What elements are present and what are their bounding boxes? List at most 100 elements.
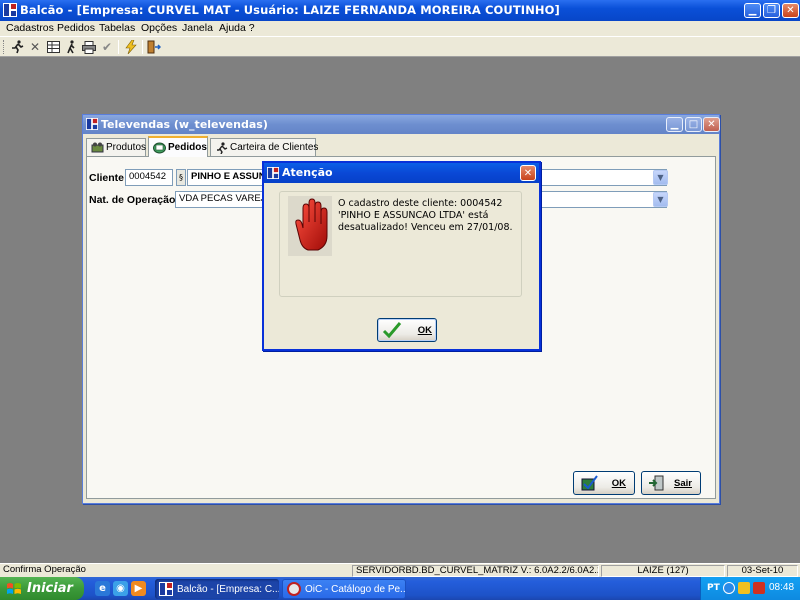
lightning-icon[interactable] [123, 39, 139, 55]
tab-pedidos-label: Pedidos [168, 142, 207, 153]
exit-door-icon[interactable] [146, 39, 162, 55]
lookup-icon: § [179, 173, 183, 182]
main-window-title: Balcão - [Empresa: CURVEL MAT - Usuário:… [20, 3, 560, 17]
taskbar-item-balcao[interactable]: Balcão - [Empresa: C... [155, 579, 279, 599]
taskbar-item-oic-label: OiC - Catálogo de Pe... [305, 583, 406, 595]
status-server: SERVIDORBD.BD_CURVEL_MATRIZ V.: 6.0A2.2/… [352, 565, 599, 577]
menu-tabelas[interactable]: Tabelas [99, 22, 135, 34]
main-title-bar[interactable]: Balcão - [Empresa: CURVEL MAT - Usuário:… [0, 0, 800, 21]
tab-pedidos[interactable]: Pedidos [148, 136, 208, 157]
ok-button-label: OK [611, 477, 626, 489]
tray-help-icon[interactable] [723, 582, 735, 594]
browser-icon[interactable]: ◉ [113, 581, 128, 596]
app-window-icon [3, 3, 17, 17]
close-x-icon[interactable]: ✕ [27, 39, 43, 55]
tab-produtos-label: Produtos [106, 142, 147, 153]
taskbar-clock[interactable]: 08:48 [769, 582, 794, 593]
close-button[interactable]: ✕ [782, 3, 799, 18]
sair-button-label: Sair [674, 477, 692, 489]
toolbar: ✕ ✔ [0, 37, 800, 57]
dialog-close-button[interactable]: ✕ [520, 165, 536, 181]
tab-produtos[interactable]: Produtos [86, 138, 146, 156]
menu-opcoes[interactable]: Opções [141, 22, 177, 34]
dialog-message: O cadastro deste cliente: 0004542 'PINHO… [338, 198, 518, 234]
tray-alert-icon[interactable] [753, 582, 765, 594]
menu-janela[interactable]: Janela [182, 22, 213, 34]
status-user: LAIZE (127) [601, 565, 725, 577]
cliente-label: Cliente: [89, 172, 128, 184]
close-icon: ✕ [707, 118, 716, 130]
nat-operacao-label: Nat. de Operação: [89, 194, 179, 206]
walking-person-icon[interactable] [63, 39, 79, 55]
menu-cadastros[interactable]: Cadastros [6, 22, 54, 34]
toolbar-separator [142, 40, 143, 54]
windows-flag-icon [7, 582, 21, 594]
minimize-button[interactable]: ▁ [744, 3, 761, 18]
dialog-ok-label: OK [417, 324, 432, 336]
minimize-icon: ▁ [670, 118, 679, 130]
system-tray: PT 08:48 [700, 577, 800, 600]
printer-icon[interactable] [81, 39, 97, 55]
orders-icon [153, 142, 166, 154]
chevron-down-icon: ▼ [657, 173, 664, 182]
cliente-lookup-button[interactable]: § [176, 169, 186, 186]
ok-save-icon [580, 474, 598, 492]
cliente-dropdown-button[interactable]: ▼ [653, 170, 668, 185]
child-close-button[interactable]: ✕ [703, 117, 720, 132]
taskbar-item-balcao-label: Balcão - [Empresa: C... [177, 583, 279, 595]
dialog-message-line1: O cadastro deste cliente: 0004542 [338, 198, 503, 209]
app-window-icon [86, 118, 98, 130]
status-bar: Confirma Operação SERVIDORBD.BD_CURVEL_M… [0, 563, 800, 577]
dialog-message-line3: desatualizado! Venceu em 27/01/08. [338, 222, 513, 233]
chevron-down-icon: ▼ [657, 195, 664, 204]
dialog-title: Atenção [282, 166, 333, 179]
checkmark-icon [382, 322, 402, 339]
tab-carteira-clientes[interactable]: Carteira de Clientes [210, 138, 319, 156]
close-icon: ✕ [786, 4, 795, 16]
close-icon: ✕ [523, 167, 533, 179]
child-maximize-button[interactable]: □ [685, 117, 702, 132]
dialog-message-line2: 'PINHO E ASSUNCAO LTDA' está [338, 210, 489, 221]
toolbar-grip[interactable] [3, 40, 5, 54]
menubar: Cadastros Pedidos Tabelas Opções Janela … [0, 21, 800, 37]
toolbar-separator [118, 40, 119, 54]
table-icon[interactable] [45, 39, 61, 55]
minimize-icon: ▁ [748, 4, 757, 16]
cliente-code-field[interactable]: 0004542 [125, 169, 173, 186]
atencao-dialog: Atenção ✕ O cadastro deste cliente: 0004… [262, 161, 541, 351]
media-player-icon[interactable]: ▶ [131, 581, 146, 596]
internet-explorer-icon[interactable]: e [95, 581, 110, 596]
status-date: 03-Set-10 [727, 565, 798, 577]
restore-icon: ❐ [767, 4, 776, 16]
televendas-title: Televendas (w_televendas) [101, 118, 268, 131]
menu-ajuda[interactable]: Ajuda ? [219, 22, 255, 34]
status-message: Confirma Operação [3, 565, 86, 575]
exit-door-icon [648, 474, 666, 492]
maximize-icon: □ [688, 118, 699, 130]
client-portfolio-icon [215, 141, 228, 154]
dialog-message-group: O cadastro deste cliente: 0004542 'PINHO… [279, 191, 522, 297]
tab-carteira-label: Carteira de Clientes [230, 142, 319, 153]
child-minimize-button[interactable]: ▁ [666, 117, 683, 132]
products-icon [91, 142, 104, 154]
dialog-ok-button[interactable]: OK [377, 318, 437, 342]
start-button[interactable]: Iniciar [0, 577, 84, 600]
checkmark-icon[interactable]: ✔ [99, 39, 115, 55]
taskbar-item-oic[interactable]: OiC - Catálogo de Pe... [282, 579, 406, 599]
language-indicator[interactable]: PT [707, 583, 720, 593]
start-label: Iniciar [27, 581, 73, 596]
televendas-title-bar[interactable]: Televendas (w_televendas) ▁ □ ✕ [83, 115, 720, 134]
dialog-title-bar[interactable]: Atenção ✕ [264, 163, 539, 183]
catalog-icon [287, 582, 301, 596]
nat-operacao-dropdown-button[interactable]: ▼ [653, 192, 668, 207]
running-person-icon[interactable] [9, 39, 25, 55]
ok-button[interactable]: OK [573, 471, 635, 495]
menu-pedidos[interactable]: Pedidos [57, 22, 95, 34]
sair-button[interactable]: Sair [641, 471, 701, 495]
app-window-icon [267, 167, 279, 179]
app-window-icon [159, 582, 173, 596]
stop-hand-icon [288, 196, 332, 256]
maximize-button[interactable]: ❐ [763, 3, 780, 18]
tray-shield-icon[interactable] [738, 582, 750, 594]
taskbar: Iniciar e ◉ ▶ Balcão - [Empresa: C... Oi… [0, 577, 800, 600]
